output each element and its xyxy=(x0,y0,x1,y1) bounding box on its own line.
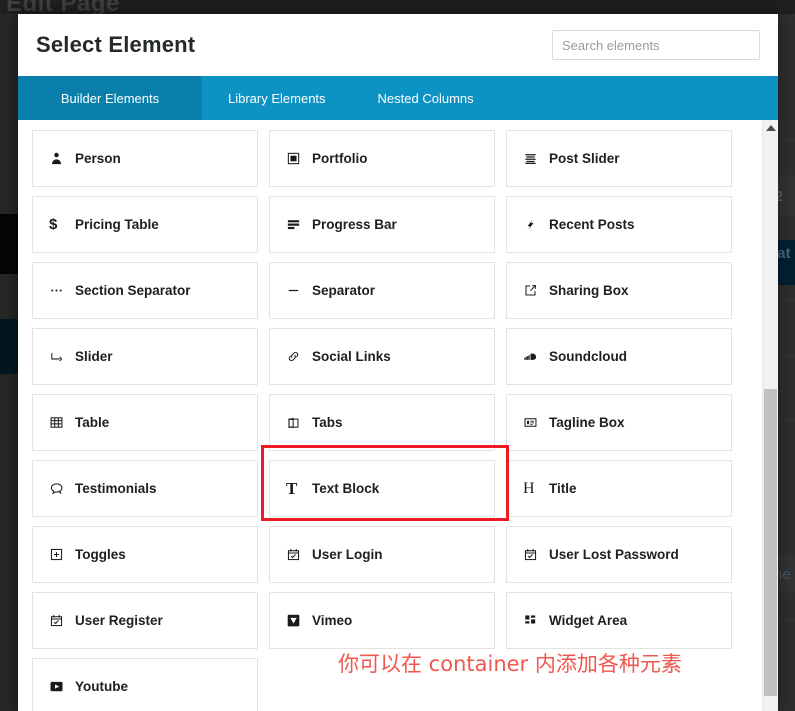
element-card-person[interactable]: Person xyxy=(32,130,258,187)
element-card-label: Progress Bar xyxy=(312,217,397,232)
section-separator-icon xyxy=(49,283,71,298)
select-element-modal: Select Element Builder Elements Library … xyxy=(18,14,778,711)
separator-icon xyxy=(286,283,308,298)
element-card-label: Separator xyxy=(312,283,376,298)
youtube-icon xyxy=(49,679,71,694)
post-slider-icon xyxy=(523,151,545,166)
element-card-label: Slider xyxy=(75,349,113,364)
element-card-label: Person xyxy=(75,151,121,166)
element-card-youtube[interactable]: Youtube xyxy=(32,658,258,711)
element-card-text-block[interactable]: T Text Block xyxy=(269,460,495,517)
tab-library-elements[interactable]: Library Elements xyxy=(202,76,352,120)
user-lost-password-icon xyxy=(523,547,545,562)
element-card-label: User Login xyxy=(312,547,383,562)
element-card-recent-posts[interactable]: Recent Posts xyxy=(506,196,732,253)
element-card-sharing-box[interactable]: Sharing Box xyxy=(506,262,732,319)
social-links-icon xyxy=(286,349,308,364)
element-card-label: Pricing Table xyxy=(75,217,159,232)
element-card-separator[interactable]: Separator xyxy=(269,262,495,319)
element-card-label: Section Separator xyxy=(75,283,191,298)
element-card-table[interactable]: Table xyxy=(32,394,258,451)
tagline-box-icon xyxy=(523,415,545,430)
tab-nested-columns[interactable]: Nested Columns xyxy=(352,76,500,120)
tab-builder-elements[interactable]: Builder Elements xyxy=(18,76,202,130)
background-sidebar xyxy=(0,14,18,711)
element-card-soundcloud[interactable]: Soundcloud xyxy=(506,328,732,385)
annotation-text: 你可以在 container 内添加各种元素 xyxy=(338,652,682,676)
modal-title: Select Element xyxy=(36,32,196,57)
search-input[interactable] xyxy=(552,30,760,60)
text-block-icon: T xyxy=(286,479,298,498)
user-login-icon xyxy=(286,547,308,562)
element-card-label: Widget Area xyxy=(549,613,628,628)
element-card-section-separator[interactable]: Section Separator xyxy=(32,262,258,319)
element-card-toggles[interactable]: Toggles xyxy=(32,526,258,583)
element-card-label: Tabs xyxy=(312,415,343,430)
element-card-slider[interactable]: Slider xyxy=(32,328,258,385)
vimeo-icon xyxy=(286,613,308,628)
element-card-progress-bar[interactable]: Progress Bar xyxy=(269,196,495,253)
element-card-label: Tagline Box xyxy=(549,415,625,430)
element-card-pricing-table[interactable]: $ Pricing Table xyxy=(32,196,258,253)
element-card-label: Soundcloud xyxy=(549,349,627,364)
background-sidebar-block xyxy=(0,319,18,374)
element-card-label: Toggles xyxy=(75,547,126,562)
pricing-table-icon: $ xyxy=(49,216,58,233)
element-card-label: Social Links xyxy=(312,349,391,364)
tabs-icon xyxy=(286,415,308,430)
slider-icon xyxy=(49,349,71,364)
person-icon xyxy=(49,151,71,166)
element-card-label: Testimonials xyxy=(75,481,157,496)
element-card-tagline-box[interactable]: Tagline Box xyxy=(506,394,732,451)
element-card-vimeo[interactable]: Vimeo xyxy=(269,592,495,649)
sharing-box-icon xyxy=(523,283,545,298)
modal-body: Person Portfolio Post Slider $ Pricing Table… xyxy=(18,120,778,711)
tab-label: Builder Elements xyxy=(60,90,160,106)
element-card-label: User Register xyxy=(75,613,163,628)
element-card-label: User Lost Password xyxy=(549,547,679,562)
element-card-label: Recent Posts xyxy=(549,217,635,232)
element-card-title[interactable]: H Title xyxy=(506,460,732,517)
modal-tabbar: Builder Elements Library Elements Nested… xyxy=(18,76,778,130)
table-icon xyxy=(49,415,71,430)
toggles-icon xyxy=(49,547,71,562)
element-card-label: Sharing Box xyxy=(549,283,629,298)
widget-area-icon xyxy=(523,613,545,628)
recent-posts-icon xyxy=(523,217,545,232)
element-card-social-links[interactable]: Social Links xyxy=(269,328,495,385)
element-card-user-lost-password[interactable]: User Lost Password xyxy=(506,526,732,583)
search-container xyxy=(552,30,760,60)
element-grid: Person Portfolio Post Slider $ Pricing Table… xyxy=(18,120,763,711)
tab-label: Nested Columns xyxy=(377,90,474,106)
element-card-post-slider[interactable]: Post Slider xyxy=(506,130,732,187)
caret-up-icon xyxy=(765,125,776,131)
element-card-label: Text Block xyxy=(312,481,380,496)
testimonials-icon xyxy=(49,481,71,496)
element-card-label: Vimeo xyxy=(312,613,353,628)
tab-label: Library Elements xyxy=(228,90,326,106)
portfolio-icon xyxy=(286,151,308,166)
element-card-label: Youtube xyxy=(75,679,128,694)
element-card-tabs[interactable]: Tabs xyxy=(269,394,495,451)
title-icon: H xyxy=(523,479,535,497)
element-card-portfolio[interactable]: Portfolio xyxy=(269,130,495,187)
soundcloud-icon xyxy=(523,349,545,364)
background-sidebar-block xyxy=(0,214,18,274)
element-grid-scrollbar[interactable] xyxy=(762,120,778,711)
element-card-widget-area[interactable]: Widget Area xyxy=(506,592,732,649)
element-card-label: Post Slider xyxy=(549,151,620,166)
page-root: Edit Page 12 dat ne Select Element Build… xyxy=(0,0,795,711)
modal-header: Select Element xyxy=(18,14,778,76)
scrollbar-thumb[interactable] xyxy=(764,389,777,696)
progress-bar-icon xyxy=(286,217,308,232)
element-card-label: Table xyxy=(75,415,110,430)
element-card-user-register[interactable]: User Register xyxy=(32,592,258,649)
element-card-label: Portfolio xyxy=(312,151,368,166)
scroll-up-button[interactable] xyxy=(763,120,778,136)
user-register-icon xyxy=(49,613,71,628)
element-card-testimonials[interactable]: Testimonials xyxy=(32,460,258,517)
element-card-user-login[interactable]: User Login xyxy=(269,526,495,583)
element-card-label: Title xyxy=(549,481,577,496)
